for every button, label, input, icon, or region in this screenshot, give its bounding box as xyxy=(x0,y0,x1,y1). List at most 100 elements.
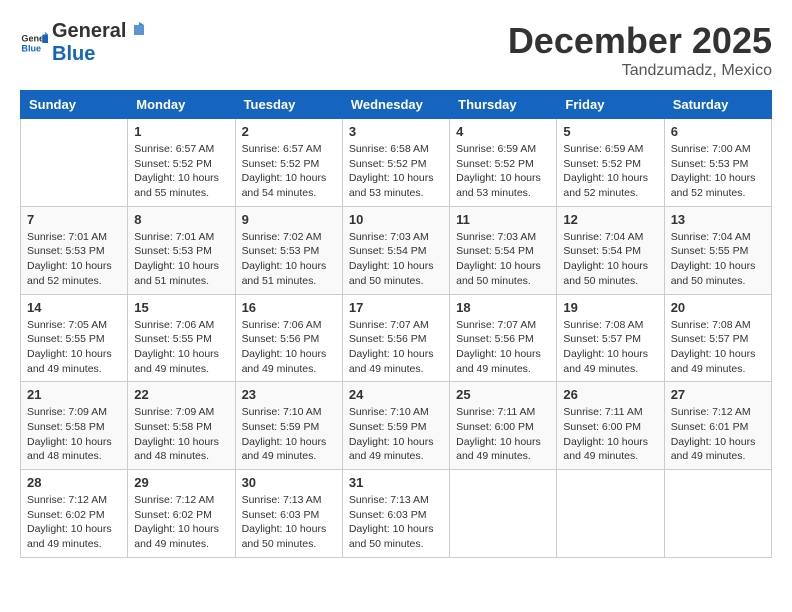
day-info: Sunrise: 7:13 AM Sunset: 6:03 PM Dayligh… xyxy=(242,493,336,552)
day-number: 17 xyxy=(349,300,443,315)
day-info: Sunrise: 7:06 AM Sunset: 5:56 PM Dayligh… xyxy=(242,318,336,377)
day-number: 19 xyxy=(563,300,657,315)
calendar-cell: 29 Sunrise: 7:12 AM Sunset: 6:02 PM Dayli… xyxy=(128,470,235,558)
calendar-cell: 3 Sunrise: 6:58 AM Sunset: 5:52 PM Daylig… xyxy=(342,119,449,207)
logo-blue: Blue xyxy=(52,43,95,65)
day-info: Sunrise: 7:08 AM Sunset: 5:57 PM Dayligh… xyxy=(563,318,657,377)
calendar-week-row: 1 Sunrise: 6:57 AM Sunset: 5:52 PM Daylig… xyxy=(21,119,772,207)
day-info: Sunrise: 7:12 AM Sunset: 6:01 PM Dayligh… xyxy=(671,405,765,464)
calendar-cell: 31 Sunrise: 7:13 AM Sunset: 6:03 PM Dayli… xyxy=(342,470,449,558)
weekday-header-wednesday: Wednesday xyxy=(342,91,449,119)
calendar-header-row: SundayMondayTuesdayWednesdayThursdayFrid… xyxy=(21,91,772,119)
calendar-cell: 27 Sunrise: 7:12 AM Sunset: 6:01 PM Dayli… xyxy=(664,382,771,470)
calendar-cell xyxy=(664,470,771,558)
calendar-week-row: 28 Sunrise: 7:12 AM Sunset: 6:02 PM Dayli… xyxy=(21,470,772,558)
day-info: Sunrise: 7:08 AM Sunset: 5:57 PM Dayligh… xyxy=(671,318,765,377)
day-number: 26 xyxy=(563,387,657,402)
day-info: Sunrise: 7:09 AM Sunset: 5:58 PM Dayligh… xyxy=(134,405,228,464)
day-info: Sunrise: 7:10 AM Sunset: 5:59 PM Dayligh… xyxy=(242,405,336,464)
day-info: Sunrise: 7:12 AM Sunset: 6:02 PM Dayligh… xyxy=(134,493,228,552)
calendar-cell: 20 Sunrise: 7:08 AM Sunset: 5:57 PM Dayli… xyxy=(664,294,771,382)
day-info: Sunrise: 7:07 AM Sunset: 5:56 PM Dayligh… xyxy=(456,318,550,377)
day-number: 6 xyxy=(671,124,765,139)
day-number: 14 xyxy=(27,300,121,315)
day-number: 23 xyxy=(242,387,336,402)
logo-arrow-icon xyxy=(126,21,148,43)
calendar-cell xyxy=(21,119,128,207)
day-info: Sunrise: 7:11 AM Sunset: 6:00 PM Dayligh… xyxy=(456,405,550,464)
calendar-cell: 9 Sunrise: 7:02 AM Sunset: 5:53 PM Daylig… xyxy=(235,206,342,294)
day-number: 21 xyxy=(27,387,121,402)
day-info: Sunrise: 7:11 AM Sunset: 6:00 PM Dayligh… xyxy=(563,405,657,464)
day-info: Sunrise: 7:03 AM Sunset: 5:54 PM Dayligh… xyxy=(349,230,443,289)
day-info: Sunrise: 7:10 AM Sunset: 5:59 PM Dayligh… xyxy=(349,405,443,464)
day-number: 4 xyxy=(456,124,550,139)
day-number: 22 xyxy=(134,387,228,402)
day-number: 28 xyxy=(27,475,121,490)
weekday-header-friday: Friday xyxy=(557,91,664,119)
calendar-cell: 4 Sunrise: 6:59 AM Sunset: 5:52 PM Daylig… xyxy=(450,119,557,207)
day-number: 13 xyxy=(671,212,765,227)
calendar-cell: 5Sunrise: 6:59 AM Sunset: 5:52 PM Daylig… xyxy=(557,119,664,207)
calendar-week-row: 14Sunrise: 7:05 AM Sunset: 5:55 PM Dayli… xyxy=(21,294,772,382)
calendar-cell xyxy=(557,470,664,558)
weekday-header-monday: Monday xyxy=(128,91,235,119)
calendar-cell: 22 Sunrise: 7:09 AM Sunset: 5:58 PM Dayli… xyxy=(128,382,235,470)
calendar-cell: 14Sunrise: 7:05 AM Sunset: 5:55 PM Dayli… xyxy=(21,294,128,382)
day-number: 30 xyxy=(242,475,336,490)
day-info: Sunrise: 7:00 AM Sunset: 5:53 PM Dayligh… xyxy=(671,142,765,201)
day-number: 11 xyxy=(456,212,550,227)
day-number: 27 xyxy=(671,387,765,402)
calendar-cell: 10Sunrise: 7:03 AM Sunset: 5:54 PM Dayli… xyxy=(342,206,449,294)
calendar-cell: 24 Sunrise: 7:10 AM Sunset: 5:59 PM Dayli… xyxy=(342,382,449,470)
day-info: Sunrise: 7:03 AM Sunset: 5:54 PM Dayligh… xyxy=(456,230,550,289)
day-number: 31 xyxy=(349,475,443,490)
day-info: Sunrise: 7:13 AM Sunset: 6:03 PM Dayligh… xyxy=(349,493,443,552)
weekday-header-sunday: Sunday xyxy=(21,91,128,119)
calendar-cell: 26 Sunrise: 7:11 AM Sunset: 6:00 PM Dayli… xyxy=(557,382,664,470)
day-number: 9 xyxy=(242,212,336,227)
calendar-week-row: 7Sunrise: 7:01 AM Sunset: 5:53 PM Daylig… xyxy=(21,206,772,294)
calendar-cell: 17 Sunrise: 7:07 AM Sunset: 5:56 PM Dayli… xyxy=(342,294,449,382)
weekday-header-saturday: Saturday xyxy=(664,91,771,119)
day-info: Sunrise: 6:59 AM Sunset: 5:52 PM Dayligh… xyxy=(456,142,550,201)
day-number: 1 xyxy=(134,124,228,139)
calendar-cell: 28 Sunrise: 7:12 AM Sunset: 6:02 PM Dayli… xyxy=(21,470,128,558)
day-number: 12 xyxy=(563,212,657,227)
day-number: 20 xyxy=(671,300,765,315)
calendar-cell: 23 Sunrise: 7:10 AM Sunset: 5:59 PM Dayli… xyxy=(235,382,342,470)
calendar-cell: 7Sunrise: 7:01 AM Sunset: 5:53 PM Daylig… xyxy=(21,206,128,294)
calendar-cell: 1Sunrise: 6:57 AM Sunset: 5:52 PM Daylig… xyxy=(128,119,235,207)
day-info: Sunrise: 7:07 AM Sunset: 5:56 PM Dayligh… xyxy=(349,318,443,377)
day-info: Sunrise: 7:01 AM Sunset: 5:53 PM Dayligh… xyxy=(134,230,228,289)
day-info: Sunrise: 7:06 AM Sunset: 5:55 PM Dayligh… xyxy=(134,318,228,377)
day-number: 25 xyxy=(456,387,550,402)
day-info: Sunrise: 7:01 AM Sunset: 5:53 PM Dayligh… xyxy=(27,230,121,289)
day-info: Sunrise: 7:04 AM Sunset: 5:54 PM Dayligh… xyxy=(563,230,657,289)
day-info: Sunrise: 6:58 AM Sunset: 5:52 PM Dayligh… xyxy=(349,142,443,201)
day-number: 5 xyxy=(563,124,657,139)
day-number: 16 xyxy=(242,300,336,315)
day-info: Sunrise: 7:04 AM Sunset: 5:55 PM Dayligh… xyxy=(671,230,765,289)
svg-text:Blue: Blue xyxy=(21,43,41,53)
logo: General Blue General Blue xyxy=(20,20,148,66)
day-info: Sunrise: 7:09 AM Sunset: 5:58 PM Dayligh… xyxy=(27,405,121,464)
calendar-cell: 15Sunrise: 7:06 AM Sunset: 5:55 PM Dayli… xyxy=(128,294,235,382)
calendar-cell: 11 Sunrise: 7:03 AM Sunset: 5:54 PM Dayli… xyxy=(450,206,557,294)
day-info: Sunrise: 7:12 AM Sunset: 6:02 PM Dayligh… xyxy=(27,493,121,552)
calendar-table: SundayMondayTuesdayWednesdayThursdayFrid… xyxy=(20,90,772,558)
day-number: 18 xyxy=(456,300,550,315)
calendar-cell: 6 Sunrise: 7:00 AM Sunset: 5:53 PM Daylig… xyxy=(664,119,771,207)
day-number: 3 xyxy=(349,124,443,139)
calendar-cell xyxy=(450,470,557,558)
day-number: 24 xyxy=(349,387,443,402)
day-number: 29 xyxy=(134,475,228,490)
calendar-cell: 12 Sunrise: 7:04 AM Sunset: 5:54 PM Dayli… xyxy=(557,206,664,294)
day-info: Sunrise: 7:02 AM Sunset: 5:53 PM Dayligh… xyxy=(242,230,336,289)
weekday-header-tuesday: Tuesday xyxy=(235,91,342,119)
day-info: Sunrise: 6:57 AM Sunset: 5:52 PM Dayligh… xyxy=(242,142,336,201)
calendar-cell: 18 Sunrise: 7:07 AM Sunset: 5:56 PM Dayli… xyxy=(450,294,557,382)
title-area: December 2025 Tandzumadz, Mexico xyxy=(508,20,772,80)
calendar-cell: 2Sunrise: 6:57 AM Sunset: 5:52 PM Daylig… xyxy=(235,119,342,207)
calendar-cell: 13 Sunrise: 7:04 AM Sunset: 5:55 PM Dayli… xyxy=(664,206,771,294)
